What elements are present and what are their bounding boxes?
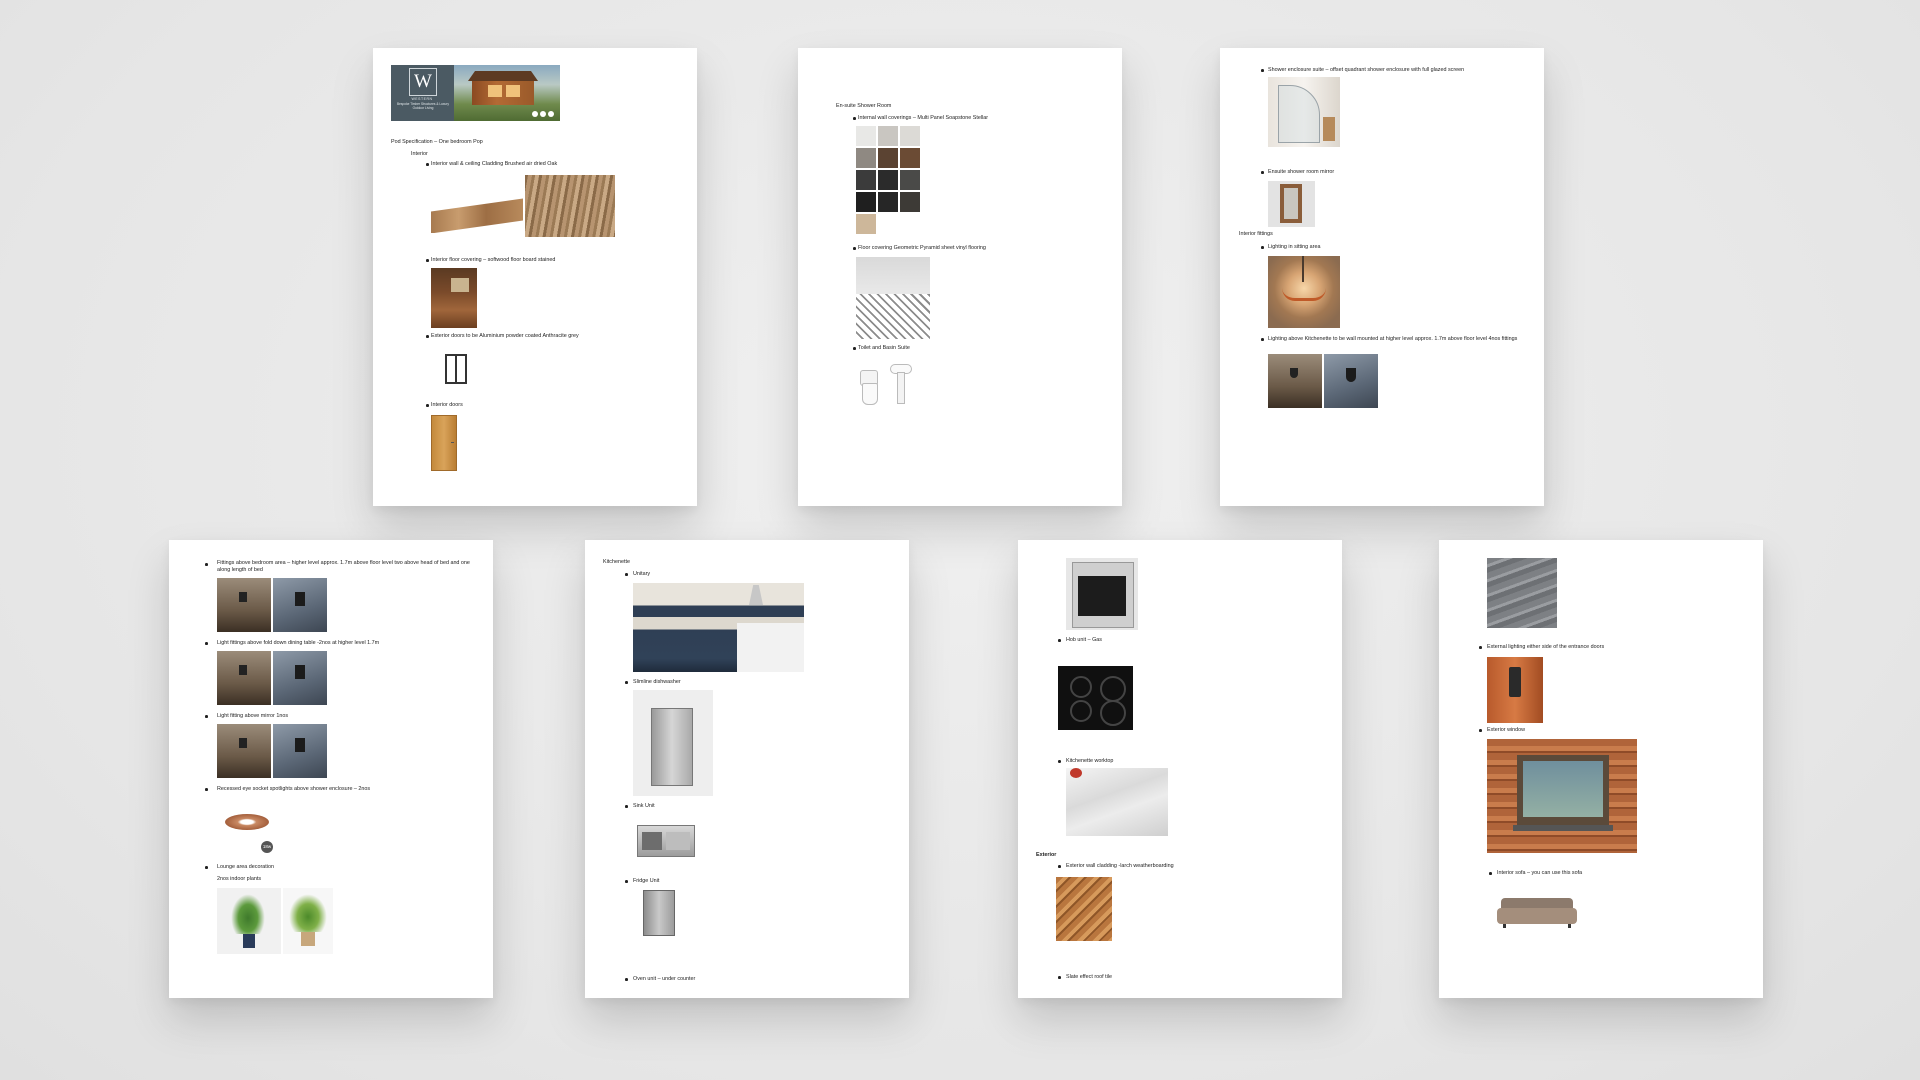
spec-item-lounge: Lounge area decoration bbox=[217, 864, 274, 870]
spec-item-fridge: Fridge Unit bbox=[633, 878, 660, 884]
spec-item-lighting-sitting: Lighting in sitting area bbox=[1268, 244, 1321, 250]
spec-item-mirror: Ensuite shower room mirror bbox=[1268, 169, 1335, 175]
oak-texture-image bbox=[525, 175, 615, 237]
oven-image bbox=[1066, 558, 1138, 630]
plants-note: 2nos indoor plants bbox=[217, 876, 262, 882]
worktop-image bbox=[1066, 768, 1168, 836]
shower-enclosure-image bbox=[1268, 77, 1340, 147]
spec-item-shower-enclosure: Shower enclosure suite – offset quadrant… bbox=[1268, 67, 1465, 73]
floor-image bbox=[431, 268, 477, 328]
spec-item-toilet-basin: Toilet and Basin Suite bbox=[858, 345, 910, 351]
wattage-badge: 18w bbox=[261, 841, 273, 853]
dishwasher-image bbox=[633, 690, 713, 796]
chandelier-image bbox=[1268, 256, 1340, 328]
plant-image-1 bbox=[217, 888, 281, 954]
section-exterior: Exterior bbox=[1036, 852, 1057, 858]
company-logo: W bbox=[409, 68, 437, 96]
larch-cladding-image bbox=[1056, 877, 1112, 941]
spec-item-dining-lights: Light fittings above fold down dining ta… bbox=[217, 640, 380, 646]
mirror-lights-image bbox=[217, 724, 327, 778]
wall-lights-image bbox=[1268, 354, 1378, 408]
spec-item-interior-sofa: Interior sofa – you can use this sofa bbox=[1497, 870, 1583, 876]
fridge-image bbox=[643, 890, 675, 936]
interior-door-image bbox=[431, 415, 457, 471]
document-page-5: Kitchenette Unitary Slimline dishwasher … bbox=[585, 540, 909, 998]
document-page-7: External lighting either side of the ent… bbox=[1439, 540, 1763, 998]
plant-image-2 bbox=[283, 888, 333, 954]
spec-item-mirror-light: Light fitting above mirror 1nos bbox=[217, 713, 289, 719]
spec-item-unitary: Unitary bbox=[633, 571, 651, 577]
external-light-image bbox=[1487, 657, 1543, 723]
oak-plank-image bbox=[431, 191, 525, 233]
spec-item-wall-cladding: Interior wall & ceiling Cladding Brushed… bbox=[431, 161, 558, 167]
document-page-3: Shower enclosure suite – offset quadrant… bbox=[1220, 48, 1544, 506]
document-page-2: En-suite Shower Room Internal wall cover… bbox=[798, 48, 1122, 506]
dining-lights-image bbox=[217, 651, 327, 705]
company-banner-image: W WESTERN Bespoke Timber Structures & Lu… bbox=[391, 65, 560, 121]
spec-item-dishwasher: Slimline dishwasher bbox=[633, 679, 681, 685]
spotlight-image bbox=[225, 814, 269, 830]
spec-item-sink: Sink Unit bbox=[633, 803, 655, 809]
spec-heading: Pod Specification – One bedroom Pop bbox=[391, 139, 483, 145]
section-kitchenette: Kitchenette bbox=[603, 559, 630, 565]
document-page-4: Fittings above bedroom area – higher lev… bbox=[169, 540, 493, 998]
spec-item-exterior-window: Exterior window bbox=[1487, 727, 1526, 733]
section-interior-fittings: Interior fittings bbox=[1239, 231, 1273, 237]
spec-item-oven: Oven unit – under counter bbox=[633, 976, 696, 982]
exterior-window-image bbox=[1487, 739, 1637, 853]
document-page-6: Hob unit – Gas Kitchenette worktop Exter… bbox=[1018, 540, 1342, 998]
sink-image bbox=[637, 825, 695, 857]
spec-item-worktop: Kitchenette worktop bbox=[1066, 758, 1114, 764]
spec-item-bedroom-fittings: Fittings above bedroom area – higher lev… bbox=[217, 560, 470, 573]
vinyl-floor-image bbox=[856, 257, 930, 339]
spec-item-interior-doors: Interior doors bbox=[431, 402, 463, 408]
spec-item-spotlights: Recessed eye socket spotlights above sho… bbox=[217, 786, 371, 792]
document-page-1: W WESTERN Bespoke Timber Structures & Lu… bbox=[373, 48, 697, 506]
bedroom-lights-image bbox=[217, 578, 327, 632]
spec-item-floor: Interior floor covering – softwood floor… bbox=[431, 257, 556, 263]
section-ensuite: En-suite Shower Room bbox=[836, 103, 892, 109]
mirror-image bbox=[1268, 181, 1315, 227]
spec-item-wall-coverings: Internal wall coverings – Multi Panel So… bbox=[858, 115, 989, 121]
spec-item-wall-cladding-ext: Exterior wall cladding -larch weatherboa… bbox=[1066, 863, 1174, 869]
aluminium-door-image bbox=[445, 354, 467, 384]
company-tagline: Bespoke Timber Structures & Luxury Outdo… bbox=[397, 102, 449, 110]
slate-tile-image bbox=[1487, 558, 1557, 628]
kitchen-image bbox=[633, 583, 804, 672]
sofa-image bbox=[1497, 894, 1577, 930]
company-name: WESTERN bbox=[411, 97, 433, 101]
spec-item-roof-tile: Slate effect roof tile bbox=[1066, 974, 1113, 980]
spec-item-hob: Hob unit – Gas bbox=[1066, 637, 1102, 643]
spec-item-exterior-doors: Exterior doors to be Aluminium powder co… bbox=[431, 333, 579, 339]
spec-item-floor-covering: Floor covering Geometric Pyramid sheet v… bbox=[858, 245, 986, 251]
wall-panel-swatches bbox=[856, 126, 922, 238]
spec-item-external-lighting: External lighting either side of the ent… bbox=[1487, 644, 1605, 650]
toilet-basin-image bbox=[856, 360, 916, 410]
section-interior: Interior bbox=[411, 151, 428, 157]
spec-item-lighting-kitchenette: Lighting above Kitchenette to be wall mo… bbox=[1268, 336, 1518, 342]
gas-hob-image bbox=[1058, 666, 1133, 730]
